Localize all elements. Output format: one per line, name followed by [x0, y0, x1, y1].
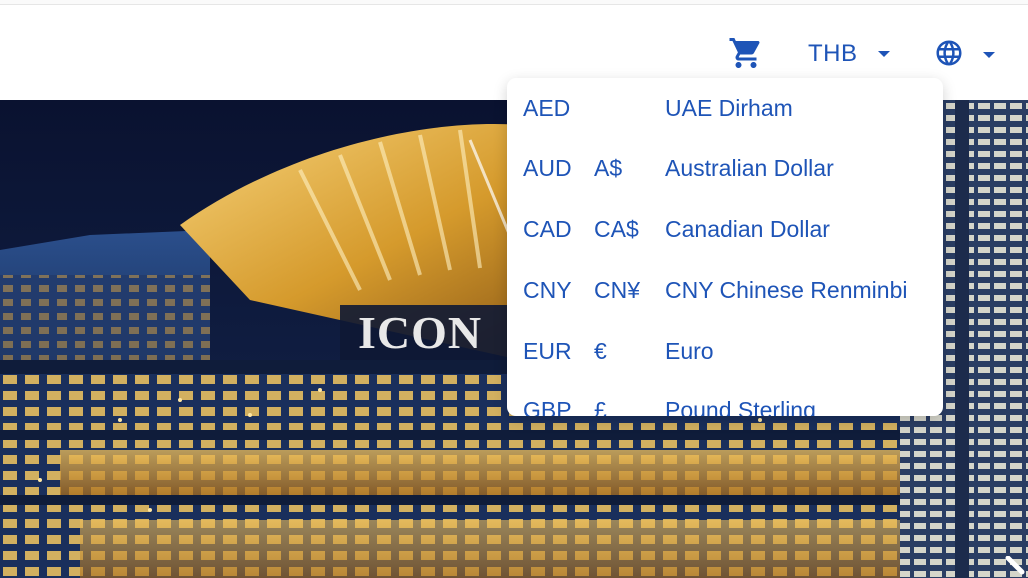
- currency-dropdown-menu: AED UAE Dirham AUD A$ Australian Dollar …: [507, 78, 943, 416]
- currency-code: CNY: [523, 277, 572, 303]
- currency-name: Euro: [665, 338, 714, 364]
- currency-code: GBP: [523, 397, 572, 416]
- currency-label: THB: [808, 40, 858, 67]
- currency-option-aud[interactable]: AUD A$ Australian Dollar: [507, 138, 943, 198]
- carousel-next-icon[interactable]: [1004, 555, 1028, 578]
- currency-code: CAD: [523, 216, 572, 242]
- currency-name: CNY Chinese Renminbi: [665, 277, 908, 303]
- currency-option-cad[interactable]: CAD CA$ Canadian Dollar: [507, 199, 943, 259]
- currency-code: EUR: [523, 338, 572, 364]
- chevron-down-icon: [983, 52, 995, 58]
- currency-name: Canadian Dollar: [665, 216, 830, 242]
- currency-selector[interactable]: THB: [808, 38, 890, 70]
- currency-code: AED: [523, 95, 571, 121]
- shopping-cart-icon: [728, 35, 764, 76]
- currency-symbol: £: [594, 397, 607, 416]
- cart-button[interactable]: [726, 35, 766, 75]
- currency-name: Pound Sterling: [665, 397, 816, 416]
- language-selector[interactable]: [934, 39, 995, 71]
- currency-option-gbp[interactable]: GBP £ Pound Sterling: [507, 380, 943, 416]
- currency-symbol: €: [594, 338, 607, 364]
- currency-symbol: A$: [594, 155, 623, 181]
- currency-name: Australian Dollar: [665, 155, 834, 181]
- currency-option-eur[interactable]: EUR € Euro: [507, 321, 943, 381]
- currency-symbol: CA$: [594, 216, 639, 242]
- currency-name: UAE Dirham: [665, 95, 793, 121]
- currency-symbol: CN¥: [594, 277, 641, 303]
- currency-code: AUD: [523, 155, 572, 181]
- globe-icon: [934, 38, 964, 73]
- currency-option-cny[interactable]: CNY CN¥ CNY Chinese Renminbi: [507, 260, 943, 320]
- currency-option-aed[interactable]: AED UAE Dirham: [507, 78, 943, 138]
- hero-sign-text: ICON: [358, 307, 482, 358]
- chevron-down-icon: [877, 51, 890, 57]
